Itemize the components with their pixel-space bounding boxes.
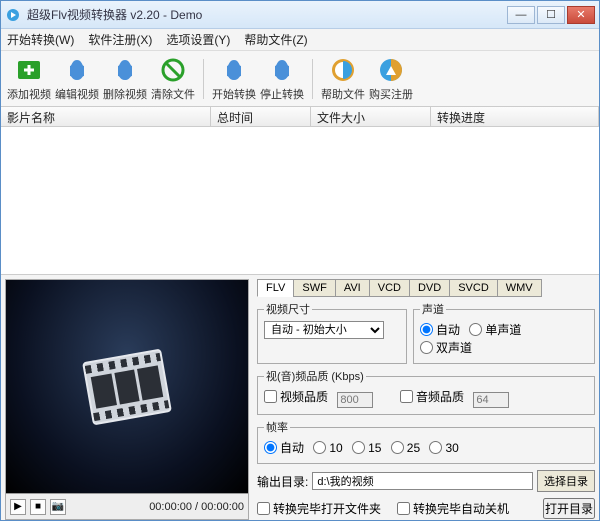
video-size-group: 视频尺寸 自动 - 初始大小 bbox=[257, 301, 407, 364]
app-window: 超级Flv视频转换器 v2.20 - Demo — ☐ ✕ 开始转换(W) 软件… bbox=[0, 0, 600, 521]
open-folder-check[interactable]: 转换完毕打开文件夹 bbox=[257, 500, 381, 517]
tab-avi[interactable]: AVI bbox=[335, 279, 370, 297]
fps-30[interactable]: 30 bbox=[429, 441, 458, 455]
channel-auto[interactable]: 自动 bbox=[420, 321, 460, 338]
tab-wmv[interactable]: WMV bbox=[497, 279, 542, 297]
fps-15[interactable]: 15 bbox=[352, 441, 381, 455]
film-icon bbox=[82, 348, 172, 425]
col-duration[interactable]: 总时间 bbox=[211, 107, 311, 126]
tab-svcd[interactable]: SVCD bbox=[449, 279, 498, 297]
menu-help[interactable]: 帮助文件(Z) bbox=[244, 31, 307, 48]
help-button[interactable]: 帮助文件 bbox=[319, 56, 367, 102]
fps-auto[interactable]: 自动 bbox=[264, 439, 304, 456]
channel-mono[interactable]: 单声道 bbox=[469, 321, 521, 338]
player-controls: ▶ ■ 📷 00:00:00 / 00:00:00 bbox=[6, 493, 248, 519]
clear-files-button[interactable]: 清除文件 bbox=[149, 56, 197, 102]
col-progress[interactable]: 转换进度 bbox=[431, 107, 599, 126]
preview-panel: ▶ ■ 📷 00:00:00 / 00:00:00 bbox=[5, 279, 249, 520]
fps-group: 帧率 自动 10 15 25 30 bbox=[257, 419, 595, 464]
tab-swf[interactable]: SWF bbox=[293, 279, 335, 297]
options-panel: FLV SWF AVI VCD DVD SVCD WMV 视频尺寸 自动 - 初… bbox=[253, 275, 599, 520]
menu-start[interactable]: 开始转换(W) bbox=[7, 31, 74, 48]
tab-flv[interactable]: FLV bbox=[257, 279, 294, 297]
menu-register[interactable]: 软件注册(X) bbox=[88, 31, 152, 48]
fps-25[interactable]: 25 bbox=[391, 441, 420, 455]
output-path-input[interactable] bbox=[312, 472, 533, 490]
file-list[interactable] bbox=[1, 127, 599, 275]
tab-dvd[interactable]: DVD bbox=[409, 279, 450, 297]
edit-video-button[interactable]: 编辑视频 bbox=[53, 56, 101, 102]
choose-dir-button[interactable]: 选择目录 bbox=[537, 470, 595, 492]
time-display: 00:00:00 / 00:00:00 bbox=[70, 501, 244, 513]
quality-legend: 视(音)频品质 (Kbps) bbox=[264, 368, 366, 384]
toolbar-divider bbox=[312, 59, 313, 99]
stop-button[interactable]: ■ bbox=[30, 499, 46, 515]
audio-channel-legend: 声道 bbox=[420, 301, 446, 317]
add-video-button[interactable]: 添加视频 bbox=[5, 56, 53, 102]
stop-convert-button[interactable]: 停止转换 bbox=[258, 56, 306, 102]
snapshot-button[interactable]: 📷 bbox=[50, 499, 66, 515]
fps-10[interactable]: 10 bbox=[313, 441, 342, 455]
video-quality-check[interactable]: 视频品质 bbox=[264, 388, 328, 405]
col-size[interactable]: 文件大小 bbox=[311, 107, 431, 126]
col-name[interactable]: 影片名称 bbox=[1, 107, 211, 126]
open-dir-button[interactable]: 打开目录 bbox=[543, 498, 595, 519]
fps-legend: 帧率 bbox=[264, 419, 290, 435]
bottom-row: 转换完毕打开文件夹 转换完毕自动关机 打开目录 bbox=[257, 498, 595, 519]
remove-video-button[interactable]: 删除视频 bbox=[101, 56, 149, 102]
preview-image bbox=[6, 280, 248, 493]
play-button[interactable]: ▶ bbox=[10, 499, 26, 515]
buy-button[interactable]: 购买注册 bbox=[367, 56, 415, 102]
channel-stereo[interactable]: 双声道 bbox=[420, 339, 472, 356]
menu-options[interactable]: 选项设置(Y) bbox=[166, 31, 230, 48]
video-size-select[interactable]: 自动 - 初始大小 bbox=[264, 321, 384, 339]
close-button[interactable]: ✕ bbox=[567, 6, 595, 24]
audio-quality-check[interactable]: 音频品质 bbox=[400, 388, 464, 405]
quality-group: 视(音)频品质 (Kbps) 视频品质 音频品质 bbox=[257, 368, 595, 415]
title-bar: 超级Flv视频转换器 v2.20 - Demo — ☐ ✕ bbox=[1, 1, 599, 29]
output-row: 输出目录: 选择目录 bbox=[257, 470, 595, 492]
toolbar-divider bbox=[203, 59, 204, 99]
list-header: 影片名称 总时间 文件大小 转换进度 bbox=[1, 107, 599, 127]
app-icon bbox=[5, 7, 21, 23]
window-buttons: — ☐ ✕ bbox=[507, 6, 595, 24]
title-text: 超级Flv视频转换器 v2.20 - Demo bbox=[27, 6, 507, 23]
video-size-legend: 视频尺寸 bbox=[264, 301, 312, 317]
audio-channel-group: 声道 自动 单声道 双声道 bbox=[413, 301, 595, 364]
minimize-button[interactable]: — bbox=[507, 6, 535, 24]
toolbar: 添加视频 编辑视频 删除视频 清除文件 开始转换 停止转换 帮助文件 购买注册 bbox=[1, 51, 599, 107]
audio-quality-input[interactable] bbox=[473, 392, 509, 408]
video-quality-input[interactable] bbox=[337, 392, 373, 408]
menu-bar: 开始转换(W) 软件注册(X) 选项设置(Y) 帮助文件(Z) bbox=[1, 29, 599, 51]
format-tabs: FLV SWF AVI VCD DVD SVCD WMV bbox=[257, 279, 595, 297]
start-convert-button[interactable]: 开始转换 bbox=[210, 56, 258, 102]
maximize-button[interactable]: ☐ bbox=[537, 6, 565, 24]
tab-vcd[interactable]: VCD bbox=[369, 279, 410, 297]
output-label: 输出目录: bbox=[257, 473, 308, 490]
shutdown-check[interactable]: 转换完毕自动关机 bbox=[397, 500, 509, 517]
